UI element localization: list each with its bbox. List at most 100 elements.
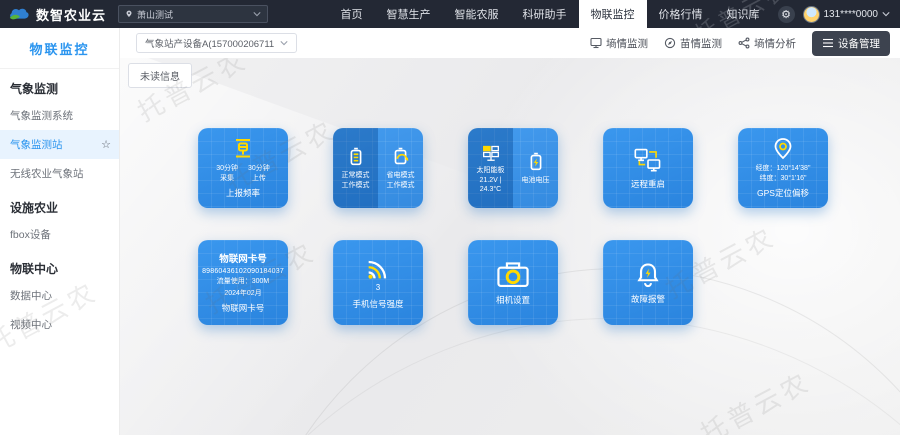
card-title: 故障报警: [631, 293, 665, 305]
device-canvas: 未读信息 30分钟 采集 30分钟 上传 上报频率: [120, 58, 900, 435]
chevron-down-icon: [882, 11, 890, 17]
signal-value: 3: [376, 283, 380, 294]
gauge-icon: [230, 137, 256, 161]
page: 数智农业云 萧山测试 首页 智慧生产 智能农服 科研助手 物联监控 价格行情 知…: [0, 0, 900, 435]
sidebar-section-iot-center: 物联中心: [0, 249, 119, 281]
tab-soil-moisture-monitoring[interactable]: 墒情监测: [590, 36, 648, 51]
top-nav: 首页 智慧生产 智能农服 科研助手 物联监控 价格行情 知识库: [329, 0, 772, 28]
location-select[interactable]: 萧山测试: [118, 5, 268, 23]
camera-settings-card[interactable]: 相机设置: [468, 240, 558, 325]
sidebar-item-label: 气象监测系统: [10, 108, 73, 123]
sidebar-item-label: fbox设备: [10, 227, 51, 242]
sidebar-title: 物联监控: [0, 28, 119, 69]
toolbar: 气象站产设备A(157000206711 墒情监测 苗情监测: [120, 28, 900, 58]
report-frequency-card[interactable]: 30分钟 采集 30分钟 上传 上报频率: [198, 128, 288, 208]
card-title: GPS定位偏移: [757, 187, 809, 199]
nav-item-iot-monitoring[interactable]: 物联监控: [579, 0, 647, 28]
sidebar-item-fbox-device[interactable]: fbox设备: [0, 220, 119, 249]
solar-panel-value: 21.2V | 24.3°C: [468, 176, 513, 195]
remote-restart-card[interactable]: 远程重启: [603, 128, 693, 208]
sidebar-item-video-center[interactable]: 视频中心: [0, 310, 119, 339]
solar-panel-half[interactable]: 太阳能板 21.2V | 24.3°C: [468, 128, 513, 208]
solar-panel-icon: [480, 141, 502, 163]
solar-panel-label: 太阳能板: [468, 166, 513, 175]
tab-soil-moisture-analysis[interactable]: 墒情分析: [738, 36, 796, 51]
upload-interval-label: 上传: [248, 174, 270, 183]
nav-item-home[interactable]: 首页: [329, 0, 375, 28]
card-title: 远程重启: [631, 178, 665, 190]
tab-label: 墒情监测: [606, 36, 648, 51]
brand-title: 数智农业云: [36, 5, 106, 24]
longitude-value: 经度：120°14'38": [756, 164, 811, 173]
user-phone: 131****0000: [824, 9, 879, 20]
nav-item-smart-agriservice[interactable]: 智能农服: [443, 0, 511, 28]
sim-card-title: 物联网卡号: [219, 251, 267, 265]
tab-seedling-monitoring[interactable]: 苗情监测: [664, 36, 722, 51]
chevron-down-icon: [280, 40, 288, 46]
saving-mode-half[interactable]: 省电模式 工作模式: [378, 128, 423, 208]
sidebar-section-weather: 气象监测: [0, 69, 119, 101]
tab-label: 设备管理: [838, 36, 880, 51]
sidebar: 物联监控 气象监测 气象监测系统 气象监测站 ☆ 无线农业气象站 设施农业 fb…: [0, 28, 120, 435]
sidebar-section-facility: 设施农业: [0, 188, 119, 220]
battery-charge-icon: [525, 151, 547, 173]
battery-icon: [345, 146, 367, 168]
toolbar-tabs: 墒情监测 苗情监测 墒情分析: [590, 31, 890, 56]
normal-mode-label: 正常模式: [342, 171, 370, 180]
share-icon: [738, 37, 750, 49]
card-title: 物联网卡号: [222, 302, 265, 314]
camera-icon: [496, 260, 530, 290]
unread-messages-button[interactable]: 未读信息: [128, 63, 192, 88]
collect-interval-value: 30分钟: [216, 164, 238, 173]
normal-mode-half[interactable]: 正常模式 工作模式: [333, 128, 378, 208]
upload-interval-value: 30分钟: [248, 164, 270, 173]
nav-item-smart-production[interactable]: 智慧生产: [375, 0, 443, 28]
tab-label: 苗情监测: [680, 36, 722, 51]
sim-card-number: 89860436102090184037: [202, 268, 284, 275]
iot-sim-card[interactable]: 物联网卡号 89860436102090184037 流量使用：300M 202…: [198, 240, 288, 325]
card-title: 上报频率: [226, 187, 260, 199]
gps-location-card[interactable]: 经度：120°14'38" 纬度：30°1'16" GPS定位偏移: [738, 128, 828, 208]
wifi-signal-icon: [363, 255, 393, 283]
user-menu[interactable]: 131****0000: [803, 6, 891, 23]
location-value: 萧山测试: [137, 8, 253, 21]
sidebar-item-wireless-weather-station[interactable]: 无线农业气象站: [0, 159, 119, 188]
compass-icon: [664, 37, 676, 49]
nav-item-research-assistant[interactable]: 科研助手: [511, 0, 579, 28]
latitude-value: 纬度：30°1'16": [756, 174, 811, 183]
remote-monitors-icon: [633, 146, 663, 174]
battery-refresh-icon: [390, 146, 412, 168]
location-pin-icon: [771, 137, 795, 161]
device-select[interactable]: 气象站产设备A(157000206711: [136, 33, 297, 53]
power-status-card[interactable]: 太阳能板 21.2V | 24.3°C 电池电压: [468, 128, 558, 208]
sidebar-item-weather-station[interactable]: 气象监测站 ☆: [0, 130, 119, 159]
tab-device-management[interactable]: 设备管理: [812, 31, 890, 56]
avatar: [803, 6, 820, 23]
brand-logo-icon: [8, 6, 30, 22]
nav-item-price-market[interactable]: 价格行情: [647, 0, 715, 28]
sidebar-item-data-center[interactable]: 数据中心: [0, 281, 119, 310]
sim-month: 2024年02月: [224, 289, 261, 298]
fault-alarm-card[interactable]: 故障报警: [603, 240, 693, 325]
sidebar-item-label: 气象监测站: [10, 137, 63, 152]
settings-gear-icon[interactable]: ⚙: [778, 6, 795, 23]
alarm-bell-icon: [634, 261, 662, 289]
sidebar-item-label: 视频中心: [10, 317, 52, 332]
sidebar-item-label: 无线农业气象站: [10, 166, 84, 181]
battery-voltage-label: 电池电压: [522, 176, 550, 185]
signal-strength-card[interactable]: 3 手机信号强度: [333, 240, 423, 325]
nav-item-knowledge-base[interactable]: 知识库: [715, 0, 772, 28]
sidebar-item-label: 数据中心: [10, 288, 52, 303]
work-mode-card[interactable]: 正常模式 工作模式 省电模式 工作模式: [333, 128, 423, 208]
main-content: 气象站产设备A(157000206711 墒情监测 苗情监测: [120, 28, 900, 435]
work-mode-label: 工作模式: [387, 181, 415, 190]
topbar: 数智农业云 萧山测试 首页 智慧生产 智能农服 科研助手 物联监控 价格行情 知…: [0, 0, 900, 28]
chevron-down-icon: [253, 11, 261, 17]
battery-voltage-half[interactable]: 电池电压: [513, 128, 558, 208]
sidebar-item-weather-system[interactable]: 气象监测系统: [0, 101, 119, 130]
card-title: 手机信号强度: [352, 298, 403, 310]
favorite-star-icon[interactable]: ☆: [101, 138, 111, 151]
menu-list-icon: [822, 38, 834, 48]
tab-label: 墒情分析: [754, 36, 796, 51]
device-select-value: 气象站产设备A(157000206711: [145, 36, 274, 50]
